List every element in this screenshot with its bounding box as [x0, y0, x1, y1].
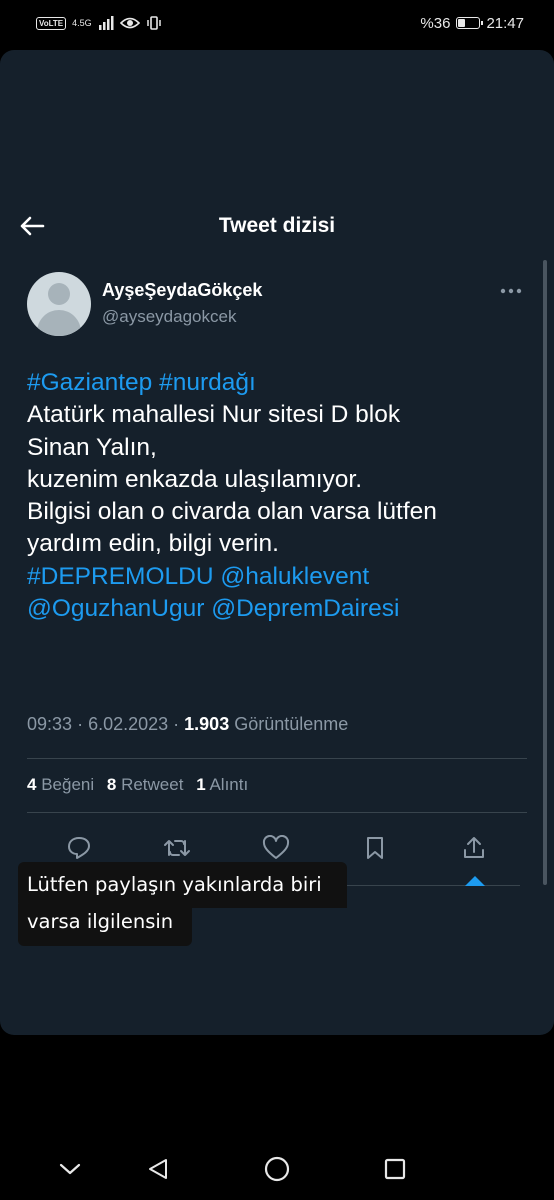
caption-text-2: varsa ilgilensin [27, 910, 174, 933]
tweet-line: @OguzhanUgur @DepremDairesi [27, 593, 537, 625]
avatar-head [48, 283, 70, 305]
caption-line-1: Lütfen paylaşın yakınlarda biri [18, 862, 347, 908]
retweet-icon [164, 840, 190, 856]
status-bar: VoLTE 4.5G %36 21:47 [0, 0, 554, 46]
tweet-line: #Gaziantep #nurdağı [27, 367, 537, 399]
tweet-text: #Gaziantep #nurdağı Atatürk mahallesi Nur… [27, 367, 537, 625]
views-label: Görüntülenme [234, 714, 349, 734]
share-button[interactable] [456, 830, 492, 866]
battery-percent: %36 [420, 14, 451, 32]
tweet-line-text: Atatürk mahallesi Nur sitesi D blok [27, 401, 401, 429]
nav-back-button[interactable] [143, 1154, 173, 1184]
battery-fill [458, 19, 466, 27]
tweet-line: yardım edin, bilgi verin. [27, 528, 537, 560]
tweet-link[interactable]: #DEPREMOLDU @haluklevent [27, 563, 369, 590]
vibrate-icon [146, 16, 161, 30]
more-button[interactable] [500, 278, 522, 299]
system-navigation-bar [0, 1140, 554, 1200]
tweet-line: kuzenim enkazda ulaşılamıyor. [27, 464, 537, 496]
quotes-stat[interactable]: 1 Alıntı [196, 775, 248, 794]
avatar-body [37, 310, 81, 336]
tweet-line-text: Bilgisi olan o civarda olan varsa lütfen [27, 498, 437, 526]
meta-separator: · [77, 714, 89, 734]
caption-line-2: varsa ilgilensin [18, 904, 192, 946]
top-bar: Tweet dizisi [0, 200, 554, 252]
volte-badge: VoLTE [36, 16, 67, 30]
scrollbar[interactable] [543, 260, 547, 885]
like-button[interactable] [258, 830, 294, 866]
circle-home-icon [264, 1156, 290, 1182]
bookmark-icon [367, 837, 383, 859]
more-horizontal-icon [500, 288, 522, 294]
chevron-down-icon [59, 1163, 81, 1175]
reply-button[interactable] [61, 830, 97, 866]
nav-home-button[interactable] [262, 1154, 292, 1184]
square-recents-icon [384, 1158, 406, 1180]
reply-icon [68, 837, 90, 859]
caret-up-icon [465, 876, 485, 886]
author-handle[interactable]: @ayseydagokcek [102, 307, 236, 327]
views-count: 1.903 [184, 714, 230, 734]
tweet-line: Sinan Yalın, [27, 432, 537, 464]
retweet-button[interactable] [159, 830, 195, 866]
tweet-link[interactable]: @OguzhanUgur @DepremDairesi [27, 595, 399, 622]
quotes-count: 1 [196, 775, 206, 794]
collapse-button[interactable] [55, 1154, 85, 1184]
status-left: VoLTE 4.5G [36, 15, 162, 31]
tweet-line: #DEPREMOLDU @haluklevent [27, 561, 537, 593]
eye-comfort-icon [119, 17, 140, 29]
avatar[interactable] [27, 272, 91, 336]
tweet-date: 6.02.2023 [88, 714, 169, 734]
tweet-line: Bilgisi olan o civarda olan varsa lütfen [27, 496, 537, 528]
heart-icon [262, 835, 290, 859]
quotes-label: Alıntı [209, 775, 249, 794]
status-right: %36 21:47 [420, 15, 524, 32]
clock: 21:47 [486, 14, 524, 32]
likes-label: Beğeni [41, 775, 95, 794]
signal-icon [98, 16, 114, 30]
retweets-count: 8 [106, 775, 117, 794]
bookmark-button[interactable] [357, 830, 393, 866]
share-icon [464, 837, 484, 858]
divider [330, 885, 520, 886]
tweet-link[interactable]: #Gaziantep #nurdağı [27, 369, 256, 396]
network-type: 4.5G [72, 17, 92, 28]
battery-icon [456, 17, 484, 29]
page-title: Tweet dizisi [218, 214, 336, 237]
tweet-meta: 09:33 · 6.02.2023 · 1.903 Görüntülenme [27, 714, 348, 735]
nav-recents-button[interactable] [380, 1154, 410, 1184]
triangle-back-icon [149, 1159, 167, 1179]
retweets-stat[interactable]: 8 Retweet [107, 775, 184, 794]
author-name[interactable]: AyşeŞeydaGökçek [102, 280, 262, 301]
tweet-time: 09:33 [27, 714, 73, 734]
tweet-line-text: yardım edin, bilgi verin. [27, 530, 279, 558]
tweet-line: Atatürk mahallesi Nur sitesi D blok [27, 399, 537, 431]
engagement-stats: 4 Beğeni 8 Retweet 1 Alıntı [27, 775, 256, 795]
caption-text-1: Lütfen paylaşın yakınlarda biri [27, 873, 322, 896]
divider [27, 812, 527, 813]
meta-separator: · [173, 714, 185, 734]
likes-stat[interactable]: 4 Beğeni [27, 775, 94, 794]
tweet-line-text: Sinan Yalın, [27, 433, 157, 461]
likes-count: 4 [27, 775, 37, 794]
divider [27, 758, 527, 759]
retweets-label: Retweet [121, 775, 184, 794]
tweet-line-text: kuzenim enkazda ulaşılamıyor. [27, 465, 362, 493]
